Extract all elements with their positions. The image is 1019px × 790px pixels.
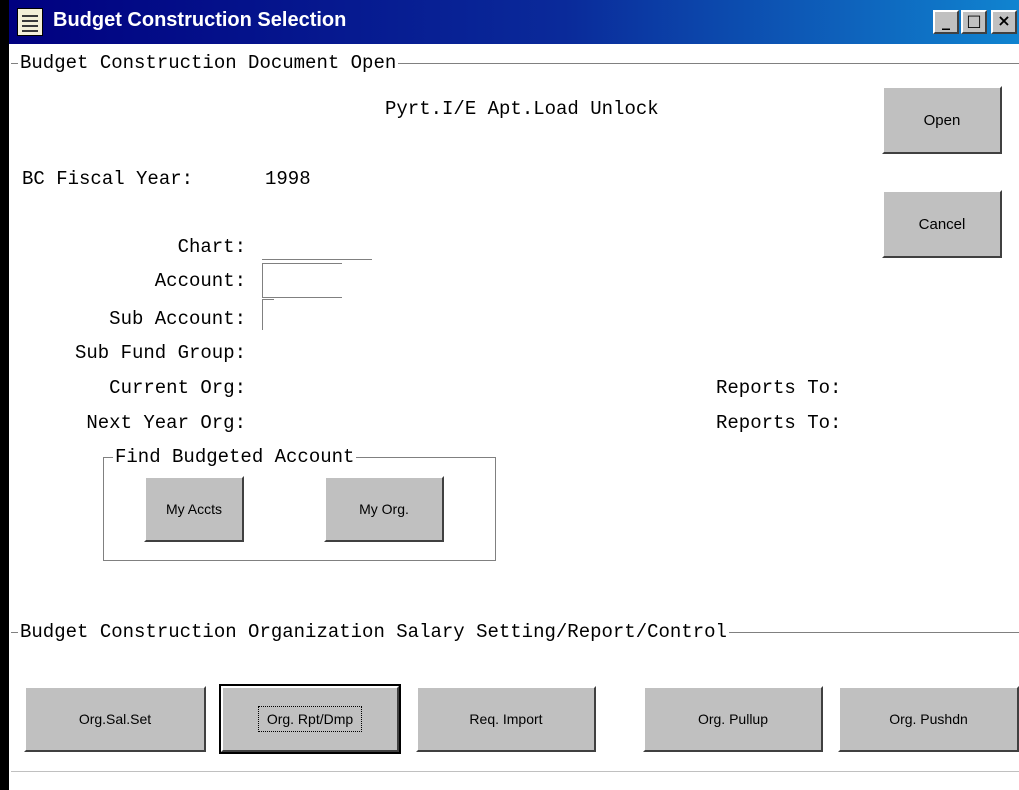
columns-header: Pyrt.I/E Apt.Load Unlock bbox=[385, 98, 659, 120]
next-year-org-label: Next Year Org: bbox=[86, 412, 246, 434]
close-icon: × bbox=[997, 11, 1011, 30]
chart-field-underline bbox=[262, 259, 372, 260]
sub-fund-group-label: Sub Fund Group: bbox=[74, 342, 246, 364]
budget-construction-window: Budget Construction Selection _ □ × Budg… bbox=[0, 0, 1019, 790]
org-pushdn-button-label: Org. Pushdn bbox=[889, 711, 968, 727]
maximize-icon: □ bbox=[966, 11, 982, 30]
fiscal-year-value: 1998 bbox=[265, 168, 311, 190]
account-input[interactable] bbox=[262, 263, 342, 297]
current-org-label: Current Org: bbox=[109, 377, 246, 399]
open-button-label: Open bbox=[923, 111, 961, 129]
org-pushdn-button[interactable]: Org. Pushdn bbox=[838, 686, 1019, 752]
my-accts-button[interactable]: My Accts bbox=[144, 476, 244, 542]
org-section-legend: Budget Construction Organization Salary … bbox=[18, 621, 729, 643]
cancel-button-label: Cancel bbox=[918, 215, 966, 233]
find-budgeted-account-legend: Find Budgeted Account bbox=[113, 446, 357, 468]
account-field-underline bbox=[262, 297, 342, 298]
org-pullup-button-label: Org. Pullup bbox=[697, 711, 769, 727]
org-pullup-button[interactable]: Org. Pullup bbox=[643, 686, 823, 752]
minimize-button[interactable]: _ bbox=[933, 10, 959, 34]
req-import-button-label: Req. Import bbox=[469, 711, 543, 727]
org-sal-set-button-label: Org.Sal.Set bbox=[78, 711, 152, 727]
bottom-divider bbox=[11, 771, 1019, 772]
my-org-button[interactable]: My Org. bbox=[324, 476, 444, 542]
minimize-icon: _ bbox=[942, 11, 950, 30]
chart-label: Chart: bbox=[177, 236, 246, 258]
window-left-border bbox=[0, 0, 9, 790]
sub-account-label: Sub Account: bbox=[109, 308, 246, 330]
reports-to-label-current: Reports To: bbox=[716, 377, 842, 399]
window-title: Budget Construction Selection bbox=[53, 9, 347, 31]
org-rpt-dmp-button-label: Org. Rpt/Dmp bbox=[257, 706, 363, 732]
reports-to-label-next: Reports To: bbox=[716, 412, 842, 434]
title-bar[interactable]: Budget Construction Selection _ □ × bbox=[9, 0, 1019, 44]
req-import-button[interactable]: Req. Import bbox=[416, 686, 596, 752]
open-button[interactable]: Open bbox=[882, 86, 1002, 154]
close-button[interactable]: × bbox=[991, 10, 1017, 34]
maximize-button[interactable]: □ bbox=[961, 10, 987, 34]
fiscal-year-label: BC Fiscal Year: bbox=[22, 168, 194, 190]
my-accts-button-label: My Accts bbox=[165, 501, 222, 517]
document-icon bbox=[17, 8, 43, 36]
account-label: Account: bbox=[154, 270, 246, 292]
cancel-button[interactable]: Cancel bbox=[882, 190, 1002, 258]
org-sal-set-button[interactable]: Org.Sal.Set bbox=[24, 686, 206, 752]
sub-account-input[interactable] bbox=[262, 299, 274, 330]
open-section-legend: Budget Construction Document Open bbox=[18, 52, 399, 74]
my-org-button-label: My Org. bbox=[359, 501, 409, 517]
org-rpt-dmp-button[interactable]: Org. Rpt/Dmp bbox=[219, 684, 401, 754]
